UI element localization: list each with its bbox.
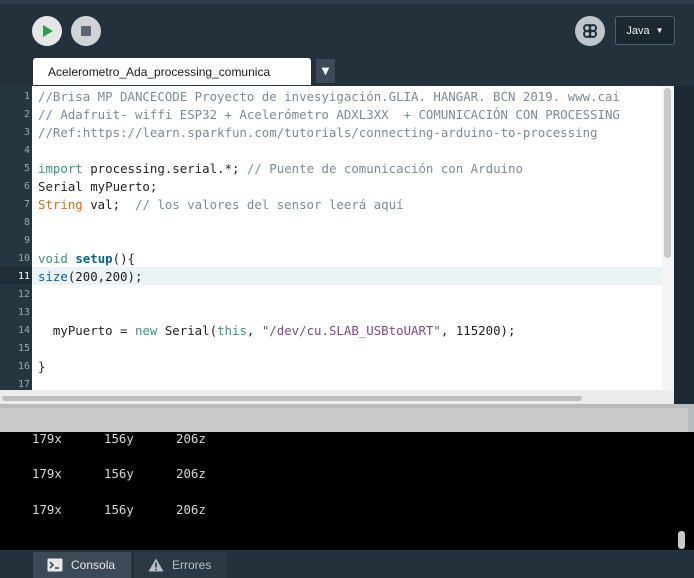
code-keyword: void — [38, 251, 68, 266]
code-line: size(200,200); — [38, 268, 142, 286]
line-number: 16 — [17, 361, 30, 372]
code-line: import processing.serial.*; // Puente de… — [38, 160, 523, 178]
editor-vertical-scroll-thumb[interactable] — [664, 88, 671, 258]
tab-console-label: Consola — [71, 558, 116, 572]
tab-errors-label: Errores — [172, 558, 212, 572]
console-y-value: 156y — [104, 502, 134, 517]
code-line: String val; // los valores del sensor le… — [38, 196, 404, 214]
line-number: 15 — [17, 343, 30, 354]
code-line: Serial myPuerto; — [38, 179, 158, 194]
code-text: Serial( — [157, 323, 218, 338]
console-x-value: 179x — [32, 466, 62, 481]
console-z-value: 206z — [176, 432, 206, 446]
tab-console[interactable]: Consola — [33, 552, 131, 578]
code-comment: // los valores del sensor leerá aquí — [134, 197, 404, 212]
line-number: 7 — [23, 199, 30, 210]
code-text: (){ — [112, 251, 136, 266]
line-number: 8 — [23, 217, 30, 228]
run-button[interactable] — [32, 16, 62, 46]
play-icon — [43, 25, 53, 37]
code-keyword: this — [217, 323, 247, 338]
code-string: "/dev/cu.SLAB_USBtoUART" — [261, 323, 441, 338]
line-number: 2 — [23, 109, 30, 120]
line-number: 4 — [23, 145, 30, 156]
toolbar-top-edge — [0, 0, 694, 4]
editor-edge — [674, 86, 694, 404]
console-scroll-thumb[interactable] — [678, 531, 685, 549]
console-y-value: 156y — [104, 432, 134, 446]
line-number: 5 — [23, 163, 30, 174]
code-type: String — [38, 197, 83, 212]
code-text: myPuerto = — [38, 323, 135, 338]
line-number: 1 — [23, 91, 30, 102]
console-divider-handle[interactable] — [0, 408, 688, 432]
console-y-value: 156y — [104, 466, 134, 481]
chevron-down-icon: ▼ — [321, 65, 330, 77]
code-text: , — [246, 323, 262, 338]
line-number: 13 — [17, 307, 30, 318]
code-keyword: import — [38, 161, 83, 176]
tab-sketch-label: Acelerometro_Ada_processing_comunica — [48, 64, 271, 79]
code-keyword: new — [134, 323, 158, 338]
console-z-value: 206z — [176, 466, 206, 481]
line-number: 9 — [23, 235, 30, 246]
code-line: //Ref:https://learn.sparkfun.com/tutoria… — [38, 125, 598, 140]
line-number: 14 — [17, 325, 30, 336]
code-text: , 115200); — [440, 323, 516, 338]
line-number: 12 — [17, 289, 30, 300]
line-number: 3 — [23, 127, 30, 138]
mode-select-label: Java — [626, 24, 650, 37]
line-number: 10 — [17, 253, 30, 264]
console-x-value: 179x — [32, 502, 62, 517]
code-line: } — [38, 359, 46, 374]
code-function: size — [38, 269, 68, 284]
code-comment: // Puente de comunicación con Arduino — [246, 161, 523, 176]
console-z-value: 206z — [176, 502, 206, 517]
debug-butterfly-icon — [583, 24, 597, 38]
tab-menu-button[interactable]: ▼ — [316, 59, 335, 83]
console-x-value: 179x — [32, 432, 62, 446]
line-number-gutter: 1 2 3 4 5 6 7 8 9 10 11 12 13 14 15 16 1… — [0, 86, 32, 390]
console-output[interactable]: 179x 156y 206z 179x 156y 206z 179x 156y … — [0, 432, 694, 550]
line-number: 6 — [23, 181, 30, 192]
terminal-icon — [47, 558, 63, 572]
code-line: //Brisa MP DANCECODE Proyecto de invesyi… — [38, 89, 620, 104]
code-line: // Adafruit- wiffi ESP32 + Acelerómetro … — [38, 107, 620, 122]
code-line: void setup(){ — [38, 250, 135, 268]
code-text: val; — [82, 197, 135, 212]
code-text: processing.serial.*; — [82, 161, 247, 176]
stop-icon — [81, 26, 91, 36]
code-line: myPuerto = new Serial(this, "/dev/cu.SLA… — [38, 322, 516, 340]
code-editor[interactable]: //Brisa MP DANCECODE Proyecto de invesyi… — [32, 86, 662, 390]
tab-errors[interactable]: Errores — [134, 552, 226, 578]
stop-button[interactable] — [71, 16, 101, 46]
warning-icon — [148, 558, 164, 572]
mode-select[interactable]: Java ▼ — [615, 16, 675, 45]
line-number-active: 11 — [17, 271, 30, 282]
code-function: setup — [75, 251, 113, 266]
editor-horizontal-scroll-thumb[interactable] — [2, 396, 582, 401]
chevron-down-icon: ▼ — [655, 26, 664, 35]
code-text: (200,200); — [67, 269, 143, 284]
tab-sketch[interactable]: Acelerometro_Ada_processing_comunica — [33, 58, 311, 85]
debug-button[interactable] — [575, 16, 605, 46]
